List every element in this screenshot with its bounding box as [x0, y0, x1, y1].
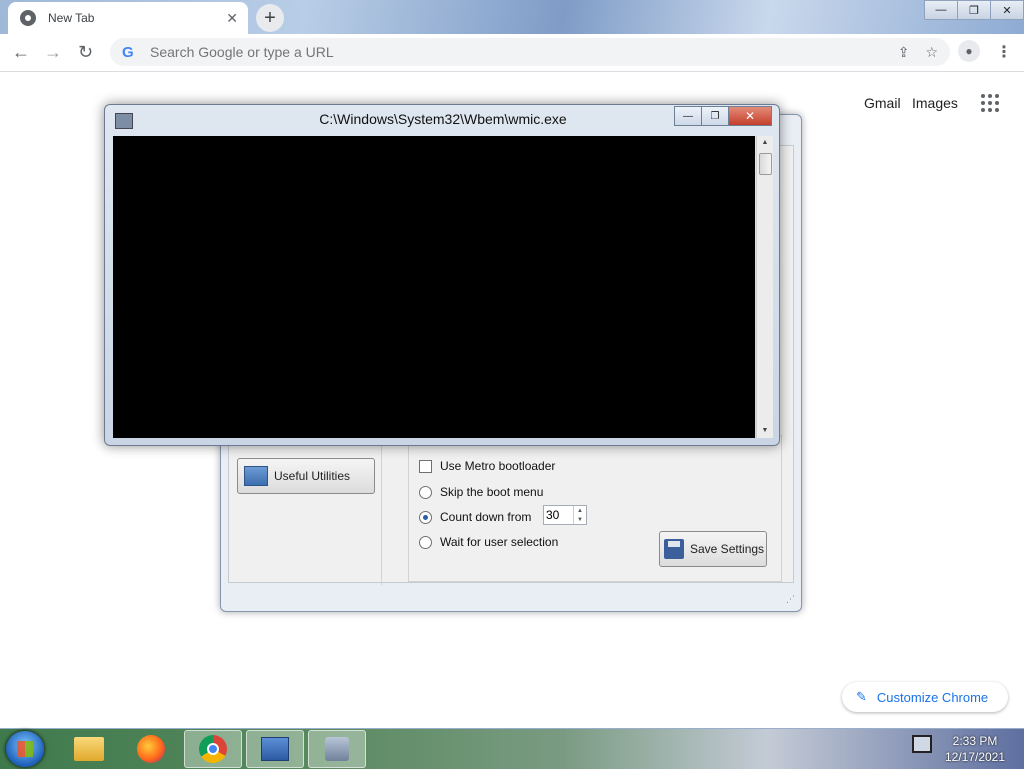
metro-bootloader-option[interactable]: Use Metro bootloader [419, 459, 555, 473]
taskbar-tools-app[interactable] [308, 730, 366, 768]
folder-icon [74, 737, 104, 761]
skip-boot-menu-option[interactable]: Skip the boot menu [419, 485, 543, 499]
scroll-up-icon[interactable]: ▲ [757, 136, 773, 150]
taskbar-explorer[interactable] [60, 730, 118, 768]
chrome-menu-icon[interactable]: ⋮ [996, 42, 1012, 62]
console-window-controls: — ❐ ✕ [674, 106, 772, 126]
firefox-icon [137, 735, 165, 763]
close-window-button[interactable]: ✕ [990, 0, 1024, 20]
start-button[interactable] [6, 731, 44, 767]
wait-for-user-label: Wait for user selection [440, 535, 559, 549]
back-arrow-icon[interactable]: ← [12, 42, 30, 63]
chrome-favicon-icon [20, 10, 36, 26]
taskbar: 2:33 PM 12/17/2021 [0, 728, 1024, 769]
taskbar-firefox[interactable] [122, 730, 180, 768]
count-down-label: Count down from [440, 510, 532, 524]
wait-for-user-radio[interactable] [419, 535, 432, 549]
useful-utilities-button[interactable]: Useful Utilities [237, 458, 375, 494]
console-minimize-button[interactable]: — [674, 106, 702, 126]
restore-button[interactable]: ❐ [957, 0, 991, 20]
countdown-stepper[interactable]: 30 ▲ ▼ [543, 505, 587, 525]
google-apps-icon[interactable] [981, 94, 999, 112]
browser-window-controls: — ❐ ✕ [924, 0, 1024, 20]
wait-for-user-option[interactable]: Wait for user selection [419, 535, 558, 549]
computer-icon [261, 737, 289, 761]
utilities-icon [244, 466, 268, 486]
google-g-icon: G [122, 43, 134, 61]
scroll-thumb[interactable] [759, 153, 772, 175]
clock-time: 2:33 PM [952, 734, 998, 748]
gmail-link[interactable]: Gmail [864, 95, 901, 111]
tab-title: New Tab [48, 11, 95, 25]
console-scrollbar[interactable]: ▲ ▼ [756, 136, 773, 438]
metro-bootloader-label: Use Metro bootloader [440, 459, 556, 473]
tab-strip: New Tab ✕ + — ❐ ✕ [0, 0, 1024, 34]
count-down-radio[interactable] [419, 510, 432, 524]
floppy-disk-icon [664, 539, 684, 559]
stepper-arrows-icon[interactable]: ▲ ▼ [573, 506, 586, 524]
browser-toolbar: ← → ↻ G ⇪ ☆ [0, 34, 1024, 72]
clock-date: 12/17/2021 [944, 750, 1006, 764]
save-settings-button[interactable]: Save Settings [659, 531, 767, 567]
chrome-icon [199, 735, 227, 763]
forward-arrow-icon[interactable]: → [44, 42, 62, 63]
save-settings-label: Save Settings [690, 542, 765, 556]
taskbar-computer-app[interactable] [246, 730, 304, 768]
metro-bootloader-checkbox[interactable] [419, 459, 432, 473]
network-tray-icon[interactable] [912, 735, 932, 753]
omnibox-input[interactable] [148, 43, 882, 61]
console-output[interactable] [113, 136, 755, 438]
tab-new-tab[interactable]: New Tab ✕ [8, 2, 248, 34]
bookmark-star-icon[interactable]: ☆ [925, 44, 938, 61]
countdown-value[interactable]: 30 [544, 508, 573, 522]
count-down-option[interactable]: Count down from [419, 510, 531, 524]
wmic-console-window: C:\Windows\System32\Wbem\wmic.exe — ❐ ✕ … [104, 104, 780, 446]
console-close-button[interactable]: ✕ [728, 106, 772, 126]
new-tab-button[interactable]: + [256, 4, 284, 32]
taskbar-chrome[interactable] [184, 730, 242, 768]
omnibox[interactable]: G ⇪ ☆ [110, 38, 950, 66]
reload-icon[interactable]: ↻ [78, 42, 93, 63]
console-maximize-button[interactable]: ❐ [701, 106, 729, 126]
tab-close-icon[interactable]: ✕ [226, 10, 238, 27]
pencil-icon: ✎ [856, 689, 867, 704]
scroll-down-icon[interactable]: ▼ [757, 424, 773, 438]
taskbar-clock[interactable]: 2:33 PM 12/17/2021 [940, 733, 1010, 765]
customize-chrome-label: Customize Chrome [876, 689, 989, 705]
tools-icon [325, 737, 349, 761]
minimize-button[interactable]: — [924, 0, 958, 20]
profile-avatar-icon[interactable]: ● [958, 40, 980, 62]
skip-boot-menu-label: Skip the boot menu [440, 485, 544, 499]
customize-chrome-button[interactable]: ✎ Customize Chrome [842, 682, 1008, 712]
images-link[interactable]: Images [912, 95, 958, 111]
resize-grip-icon[interactable]: ⋰ [786, 594, 795, 605]
useful-utilities-label: Useful Utilities [274, 469, 351, 483]
skip-boot-menu-radio[interactable] [419, 485, 432, 499]
share-icon[interactable]: ⇪ [898, 44, 910, 61]
